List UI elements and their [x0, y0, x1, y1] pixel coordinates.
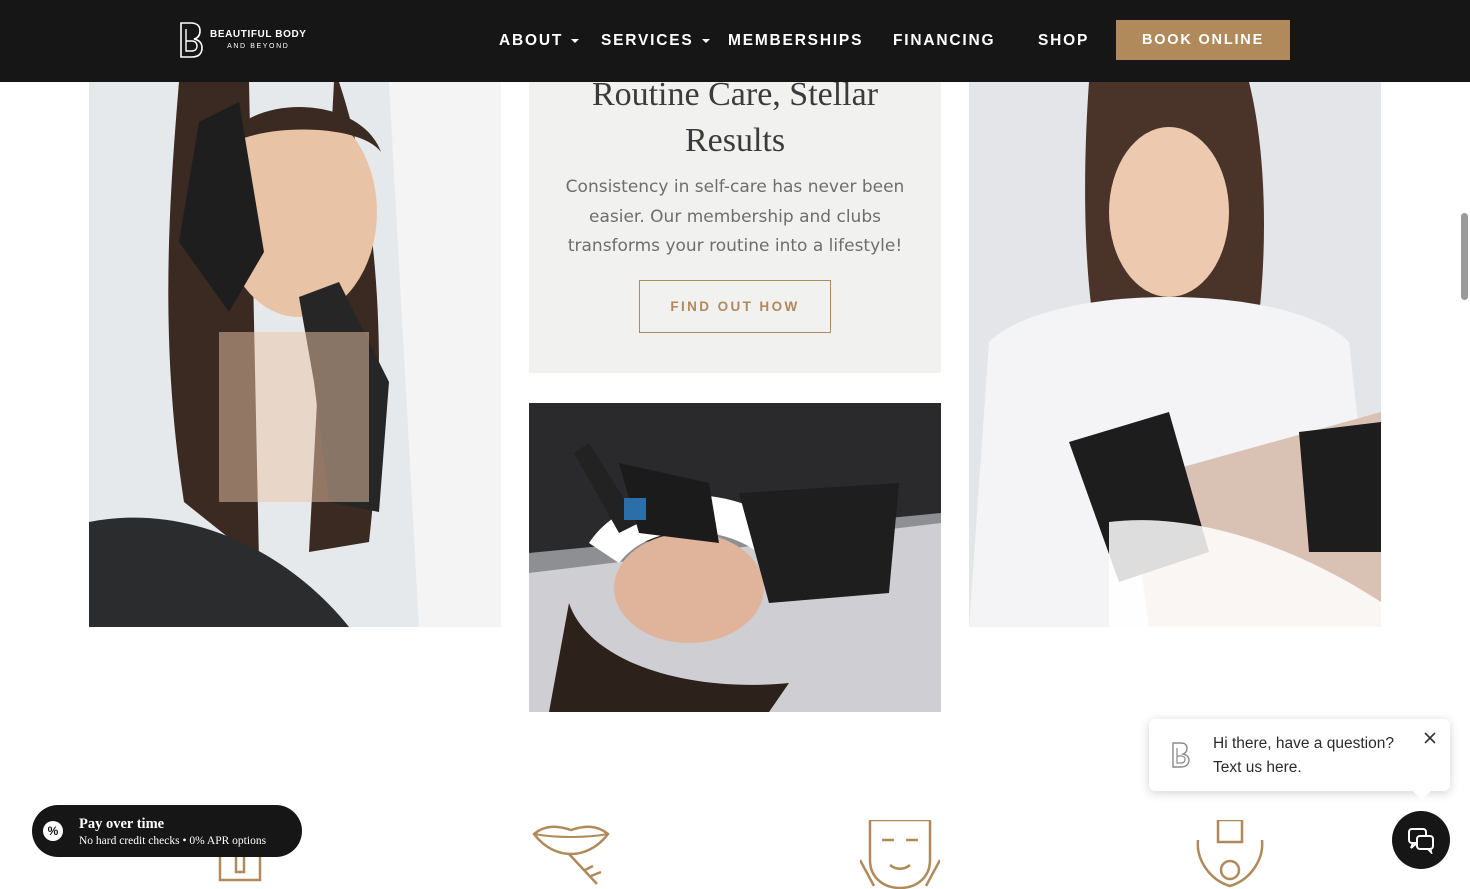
- nav-shop[interactable]: SHOP: [1038, 32, 1089, 50]
- hands-icon[interactable]: [1190, 820, 1270, 889]
- book-online-button[interactable]: BOOK ONLINE: [1116, 20, 1290, 60]
- photo-facial-massage-art: [969, 82, 1381, 627]
- site-logo[interactable]: BEAUTIFUL BODY AND BEYOND: [178, 21, 307, 59]
- lips-icon[interactable]: [531, 820, 611, 889]
- chat-prompt[interactable]: Hi there, have a question? Text us here.: [1149, 719, 1450, 800]
- percent-icon: %: [43, 821, 63, 841]
- pay-over-time-badge[interactable]: % Pay over time No hard credit checks • …: [32, 805, 302, 857]
- nav-services-label: SERVICES: [601, 32, 694, 49]
- card-title: Routine Care, Stellar Results: [591, 76, 879, 159]
- chat-message: Hi there, have a question? Text us here.: [1213, 732, 1413, 780]
- close-icon[interactable]: [1423, 731, 1437, 745]
- logo-text: BEAUTIFUL BODY AND BEYOND: [210, 29, 307, 51]
- photo-microneedling-art: [529, 403, 941, 712]
- find-out-how-button[interactable]: FIND OUT HOW: [639, 280, 831, 333]
- photo-facial-consultation-art: [89, 82, 501, 627]
- nav-shop-label: SHOP: [1038, 32, 1090, 49]
- chat-message-text: Hi there, have a question? Text us here.: [1213, 735, 1394, 776]
- nav-memberships-label: MEMBERSHIPS: [728, 32, 864, 49]
- face-icon[interactable]: [860, 820, 940, 889]
- photo-facial-massage: [969, 82, 1381, 627]
- logo-mark-icon: [1172, 742, 1190, 768]
- nav-financing[interactable]: FINANCING: [893, 32, 995, 50]
- membership-card: Routine Care, Stellar Results Consistenc…: [529, 76, 941, 373]
- chat-icon: [1408, 828, 1434, 854]
- nav-memberships[interactable]: MEMBERSHIPS: [728, 32, 863, 50]
- logo-mark-icon: [180, 22, 203, 58]
- nav-financing-label: FINANCING: [893, 32, 996, 49]
- site-header: BEAUTIFUL BODY AND BEYOND ABOUT SERVICES…: [0, 0, 1470, 82]
- pay-subtitle: No hard credit checks • 0% APR options: [79, 834, 267, 847]
- card-text: Consistency in self-care has never been …: [565, 177, 905, 256]
- pay-text: Pay over time No hard credit checks • 0%…: [79, 816, 266, 847]
- logo-line1: BEAUTIFUL BODY: [210, 29, 307, 40]
- photo-microneedling: [529, 403, 941, 712]
- caret-down-icon: [701, 39, 710, 43]
- page-scrollbar-thumb[interactable]: [1461, 213, 1468, 300]
- nav-about-label: ABOUT: [499, 32, 564, 49]
- logo-line2: AND BEYOND: [227, 43, 290, 50]
- nav-services[interactable]: SERVICES: [601, 32, 710, 50]
- caret-down-icon: [571, 39, 580, 43]
- chat-launcher-button[interactable]: [1392, 811, 1450, 869]
- nav-about[interactable]: ABOUT: [499, 32, 580, 50]
- photo-facial-consultation: [89, 82, 501, 627]
- pay-title: Pay over time: [79, 815, 165, 832]
